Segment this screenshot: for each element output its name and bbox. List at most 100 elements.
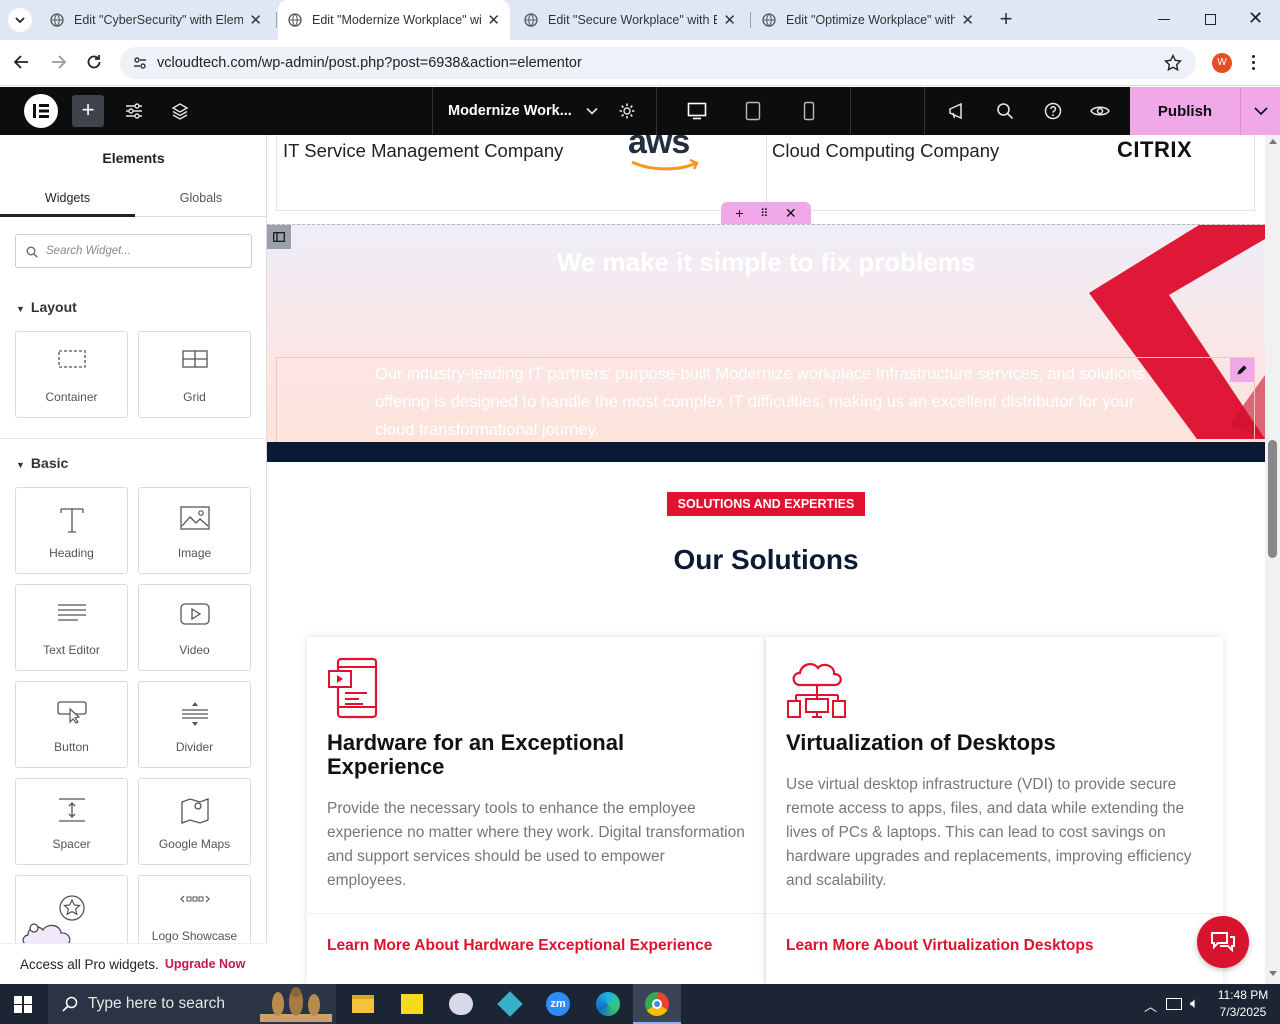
- image-icon: [179, 506, 210, 530]
- card-learn-more-link[interactable]: Learn More About Virtualization Desktops: [786, 937, 1093, 955]
- tab-title: Edit "Secure Workplace" with Elementor: [548, 13, 718, 27]
- bookmark-star-icon[interactable]: [1164, 54, 1182, 72]
- tab-search-button[interactable]: [8, 8, 32, 32]
- container-toggle-icon[interactable]: [267, 225, 291, 249]
- search-widget-input[interactable]: Search Widget...: [15, 234, 252, 268]
- new-tab-button[interactable]: +: [994, 8, 1018, 32]
- globe-icon: [288, 13, 302, 27]
- partners-row: IT Service Management Company aws Cloud …: [276, 135, 1255, 211]
- publish-options-dropdown[interactable]: [1240, 87, 1280, 135]
- preview-eye-icon[interactable]: [1087, 87, 1113, 135]
- restore-window-icon[interactable]: [1205, 14, 1216, 25]
- tab-title: Edit "Modernize Workplace" with Elemento…: [312, 13, 482, 27]
- close-window-icon[interactable]: ✕: [1248, 8, 1263, 29]
- zoom-taskbar-icon[interactable]: zm: [546, 992, 570, 1016]
- network-icon[interactable]: [1166, 998, 1182, 1010]
- chat-bubble-button[interactable]: [1197, 916, 1249, 968]
- page-name-dropdown[interactable]: Modernize Work...: [448, 87, 598, 135]
- app-diamond-taskbar-icon[interactable]: [497, 991, 523, 1017]
- clock-time[interactable]: 11:48 PM: [1214, 988, 1272, 1002]
- edge-taskbar-icon[interactable]: [596, 992, 620, 1016]
- search-icon: [26, 246, 38, 258]
- search-icon[interactable]: [992, 87, 1018, 135]
- basic-section-header[interactable]: ▼ Basic: [16, 455, 68, 471]
- widget-divider[interactable]: Divider: [138, 681, 251, 768]
- delete-section-icon[interactable]: ✕: [785, 205, 797, 222]
- browser-tab-4[interactable]: Edit "Optimize Workplace" with Elementor…: [752, 4, 984, 36]
- minimize-window-icon[interactable]: [1158, 19, 1170, 20]
- browser-tab-2[interactable]: Edit "Modernize Workplace" with Elemento…: [278, 0, 510, 40]
- aws-logo: aws: [628, 135, 702, 173]
- publish-button[interactable]: Publish: [1130, 87, 1240, 135]
- structure-layers-icon[interactable]: [166, 87, 194, 135]
- taskbar-search-box[interactable]: Type here to search: [48, 984, 336, 1024]
- profile-avatar[interactable]: W: [1212, 53, 1232, 73]
- close-tab-icon[interactable]: ✕: [487, 11, 500, 29]
- site-settings-sliders-icon[interactable]: [120, 87, 148, 135]
- search-icon: [62, 996, 78, 1012]
- solution-card-1[interactable]: Hardware for an Exceptional Experience P…: [307, 637, 764, 984]
- edit-widget-pencil-icon[interactable]: [1230, 358, 1254, 382]
- grid-icon: [181, 350, 208, 368]
- text-editor-icon: [57, 604, 86, 621]
- page-scrollbar[interactable]: [1265, 135, 1280, 984]
- page-settings-gear-icon[interactable]: [614, 87, 640, 135]
- mobile-view-icon[interactable]: [796, 87, 822, 135]
- widget-logo-showcase[interactable]: Logo Showcase: [138, 875, 251, 945]
- divider-icon: [181, 702, 208, 726]
- layout-section-header[interactable]: ▼ Layout: [16, 299, 77, 315]
- browser-menu-icon[interactable]: [1252, 53, 1256, 73]
- help-icon[interactable]: [1040, 87, 1066, 135]
- globe-icon: [50, 13, 64, 27]
- desktop-view-icon[interactable]: [684, 87, 710, 135]
- forward-arrow-icon[interactable]: [48, 52, 68, 77]
- tablet-view-icon[interactable]: [740, 87, 766, 135]
- widget-container[interactable]: Container: [15, 331, 128, 418]
- add-section-icon[interactable]: +: [735, 205, 743, 221]
- add-element-button[interactable]: +: [72, 95, 104, 127]
- hero-title[interactable]: We make it simple to fix problems: [267, 247, 1265, 278]
- card-learn-more-link[interactable]: Learn More About Hardware Exceptional Ex…: [327, 937, 712, 955]
- scroll-up-arrow[interactable]: [1269, 139, 1277, 144]
- close-tab-icon[interactable]: ✕: [723, 11, 736, 29]
- url-bar[interactable]: vcloudtech.com/wp-admin/post.php?post=69…: [120, 47, 1196, 79]
- solutions-badge: SOLUTIONS AND EXPERTIES: [667, 492, 865, 516]
- widget-spacer[interactable]: Spacer: [15, 778, 128, 865]
- widget-button[interactable]: Button: [15, 681, 128, 768]
- browser-tab-1[interactable]: Edit "CyberSecurity" with Elementor ✕: [40, 4, 272, 36]
- elementor-logo-icon[interactable]: [24, 94, 58, 128]
- volume-icon[interactable]: 🔈︎: [1190, 995, 1199, 1012]
- show-hidden-icons-chevron[interactable]: ︿: [1144, 996, 1157, 1015]
- site-settings-icon[interactable]: [132, 55, 148, 71]
- drag-handle-icon[interactable]: ⠿: [760, 207, 768, 220]
- close-tab-icon[interactable]: ✕: [249, 11, 262, 29]
- reload-icon[interactable]: [84, 52, 104, 77]
- widget-google-maps[interactable]: Google Maps: [138, 778, 251, 865]
- widget-heading[interactable]: Heading: [15, 487, 128, 574]
- close-tab-icon[interactable]: ✕: [961, 11, 974, 29]
- chrome-taskbar-icon[interactable]: [633, 984, 681, 1024]
- file-explorer-taskbar-icon[interactable]: [352, 995, 374, 1013]
- widget-text-editor[interactable]: Text Editor: [15, 584, 128, 671]
- hero-section[interactable]: We make it simple to fix problems Our in…: [267, 224, 1265, 442]
- widget-image[interactable]: Image: [138, 487, 251, 574]
- upgrade-now-link[interactable]: Upgrade Now: [165, 957, 246, 971]
- clock-date[interactable]: 7/3/2025: [1214, 1005, 1272, 1019]
- sticky-notes-taskbar-icon[interactable]: [401, 994, 423, 1014]
- widget-grid[interactable]: Grid: [138, 331, 251, 418]
- heading-t-icon: [59, 508, 84, 533]
- scrollbar-thumb[interactable]: [1268, 440, 1277, 558]
- card-title: Hardware for an Exceptional Experience: [327, 730, 625, 779]
- hero-text-box[interactable]: Our industry-leading IT partners' purpos…: [276, 357, 1255, 442]
- browser-tab-3[interactable]: Edit "Secure Workplace" with Elementor ✕: [514, 4, 746, 36]
- paint-taskbar-icon[interactable]: [449, 993, 473, 1015]
- solution-card-2[interactable]: Virtualization of Desktops Use virtual d…: [766, 637, 1223, 984]
- back-arrow-icon[interactable]: [12, 52, 32, 77]
- tab-globals[interactable]: Globals: [135, 179, 267, 217]
- notes-megaphone-icon[interactable]: [944, 87, 970, 135]
- widget-video[interactable]: Video: [138, 584, 251, 671]
- address-bar-row: vcloudtech.com/wp-admin/post.php?post=69…: [0, 40, 1280, 86]
- tab-widgets[interactable]: Widgets: [0, 179, 135, 217]
- windows-start-icon[interactable]: [14, 996, 32, 1013]
- scroll-down-arrow[interactable]: [1269, 971, 1277, 976]
